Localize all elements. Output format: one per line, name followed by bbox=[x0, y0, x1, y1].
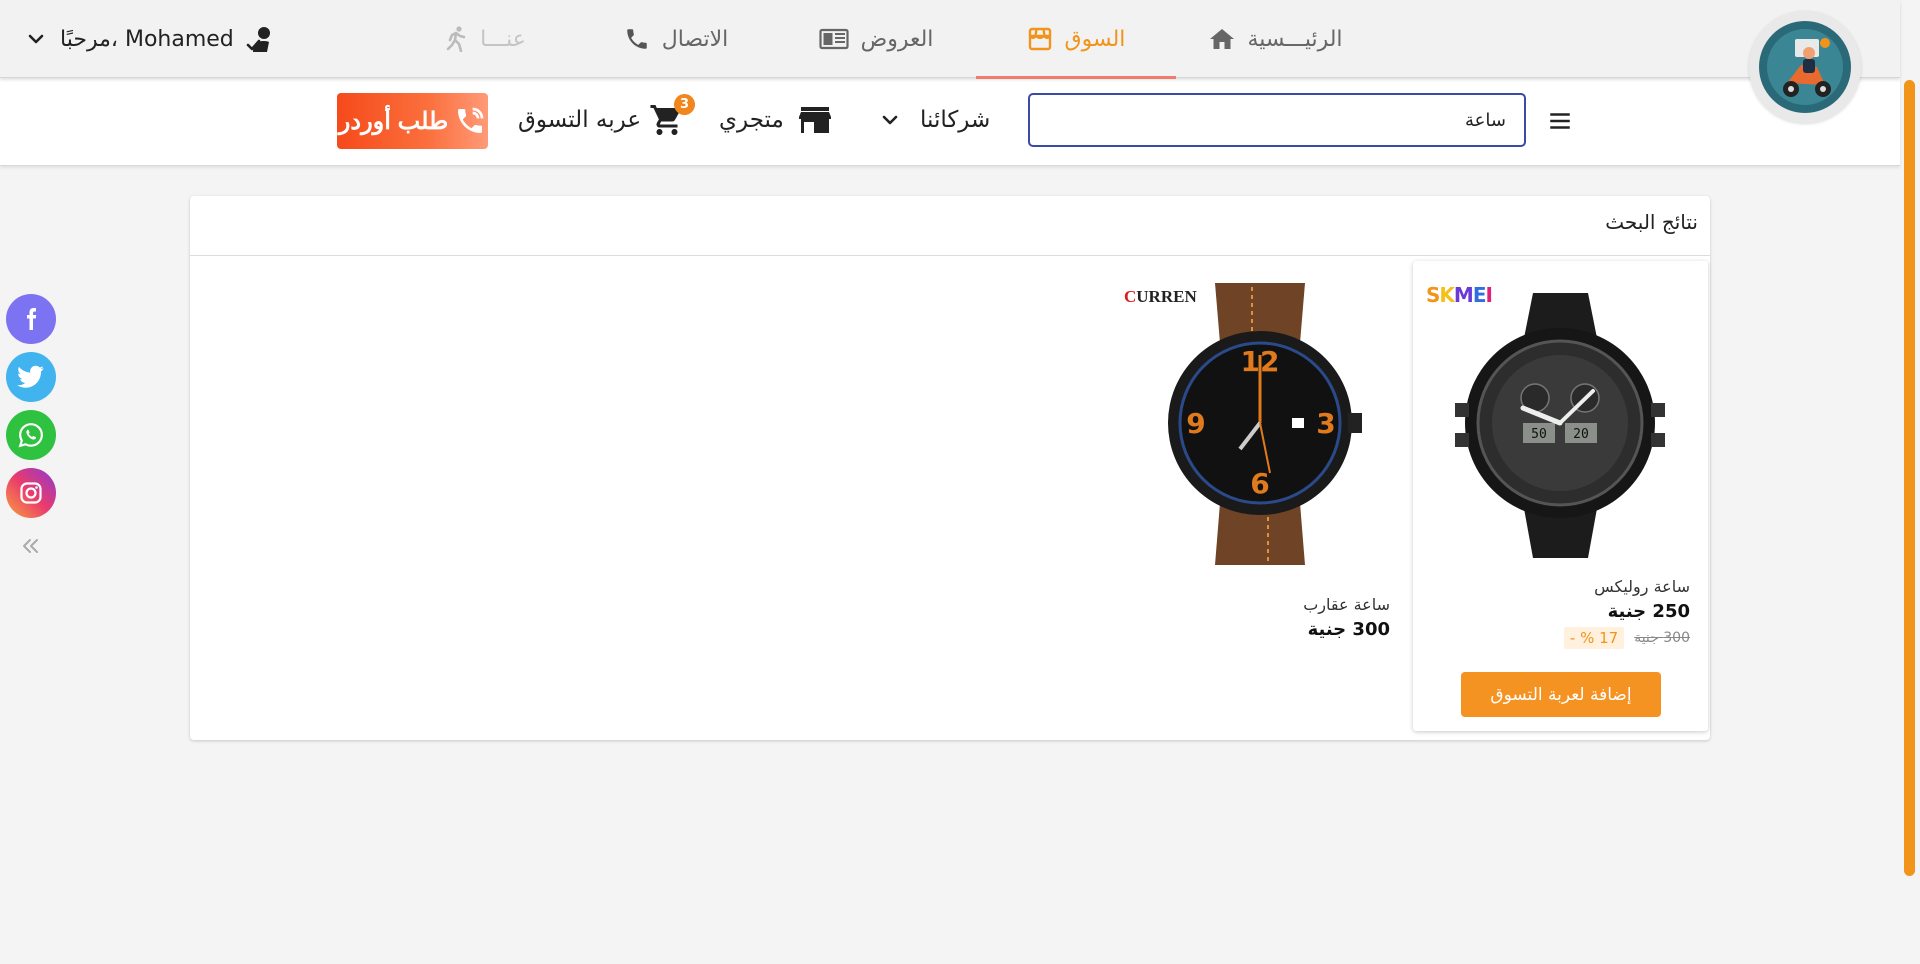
social-links bbox=[6, 294, 56, 518]
results-title: نتائج البحث bbox=[1605, 210, 1698, 234]
facebook-icon bbox=[27, 308, 37, 330]
tab-contact-label: الاتصال bbox=[661, 26, 729, 52]
product-name[interactable]: ساعة روليكس bbox=[1594, 577, 1690, 596]
tab-about-label: عنـــا bbox=[480, 26, 526, 52]
divider bbox=[190, 255, 1710, 256]
cart-icon-wrap: 3 bbox=[649, 94, 696, 138]
walking-icon bbox=[446, 26, 466, 52]
search-bar-row: شركائنا متجري عربه التسوق 3 طلب أوردر bbox=[0, 78, 1900, 166]
place-order-button[interactable]: طلب أوردر bbox=[337, 93, 488, 149]
tab-home[interactable]: الرئيـــسية bbox=[1176, 0, 1376, 78]
partners-dropdown[interactable]: شركائنا bbox=[878, 100, 990, 140]
phone-call-icon bbox=[458, 107, 484, 133]
my-store-link[interactable]: متجري bbox=[719, 100, 832, 140]
tab-market-label: السوق bbox=[1064, 26, 1126, 52]
site-logo[interactable] bbox=[1749, 11, 1861, 123]
instagram-icon bbox=[20, 482, 42, 504]
instagram-button[interactable] bbox=[6, 468, 56, 518]
top-navbar: مرحبًا، Mohamed الرئيـــسية السوق العروض… bbox=[0, 0, 1900, 79]
page-scrollbar[interactable] bbox=[1900, 0, 1920, 964]
svg-text:20: 20 bbox=[1573, 427, 1589, 442]
product-price: 250 جنية bbox=[1607, 601, 1690, 622]
main-tabs: الرئيـــسية السوق العروض الاتصال عنـــا bbox=[396, 0, 1376, 79]
brand-logo: SKMEI bbox=[1426, 283, 1493, 307]
whatsapp-button[interactable] bbox=[6, 410, 56, 460]
cart-count-badge: 3 bbox=[674, 94, 696, 115]
facebook-button[interactable] bbox=[6, 294, 56, 344]
svg-text:6: 6 bbox=[1250, 467, 1269, 500]
delivery-scooter-logo bbox=[1759, 21, 1851, 113]
store-icon bbox=[1028, 27, 1051, 51]
price-info: 300 جنية 17 % - bbox=[1563, 627, 1690, 649]
digital-watch-image: 50 20 bbox=[1455, 293, 1665, 558]
storefront-icon bbox=[798, 107, 831, 133]
product-image[interactable]: 12 3 6 9 bbox=[1120, 273, 1380, 573]
tab-about[interactable]: عنـــا bbox=[396, 0, 576, 78]
svg-text:50: 50 bbox=[1531, 427, 1547, 442]
twitter-icon bbox=[17, 365, 44, 388]
add-to-cart-button[interactable]: إضافة لعربة التسوق bbox=[1461, 672, 1661, 717]
user-greeting: مرحبًا، Mohamed bbox=[60, 26, 234, 52]
chevron-down-icon bbox=[28, 34, 44, 44]
tab-offers[interactable]: العروض bbox=[776, 0, 976, 78]
svg-text:9: 9 bbox=[1186, 407, 1205, 440]
analog-watch-image: 12 3 6 9 bbox=[1168, 283, 1362, 565]
search-results-card: نتائج البحث 50 20 SKMEI ساعة روليكس 250 … bbox=[190, 196, 1710, 740]
search-field[interactable] bbox=[1028, 93, 1526, 147]
menu-icon[interactable] bbox=[1547, 108, 1573, 134]
chevron-down-icon bbox=[882, 115, 898, 125]
old-price: 300 جنية bbox=[1634, 630, 1690, 646]
phone-icon bbox=[626, 29, 647, 49]
partners-label: شركائنا bbox=[920, 107, 991, 133]
collapse-social-icon[interactable] bbox=[18, 534, 42, 558]
discount-badge: 17 % - bbox=[1563, 627, 1625, 649]
user-menu[interactable]: مرحبًا، Mohamed bbox=[24, 22, 278, 56]
tab-home-label: الرئيـــسية bbox=[1247, 26, 1343, 52]
brand-logo: CURREN bbox=[1124, 287, 1197, 306]
home-icon bbox=[1210, 29, 1235, 49]
user-check-icon bbox=[246, 27, 270, 52]
twitter-button[interactable] bbox=[6, 352, 56, 402]
scrollbar-thumb[interactable] bbox=[1904, 80, 1915, 876]
cart-link[interactable]: عربه التسوق 3 bbox=[518, 94, 696, 140]
tab-market[interactable]: السوق bbox=[976, 0, 1176, 79]
my-store-label: متجري bbox=[719, 107, 784, 133]
cart-label: عربه التسوق bbox=[518, 107, 642, 133]
newspaper-icon bbox=[818, 28, 849, 50]
tab-offers-label: العروض bbox=[860, 26, 934, 52]
whatsapp-icon bbox=[18, 423, 43, 448]
tab-contact[interactable]: الاتصال bbox=[576, 0, 776, 78]
svg-text:3: 3 bbox=[1316, 407, 1335, 440]
product-name[interactable]: ساعة عقارب bbox=[1303, 595, 1390, 614]
product-price: 300 جنية bbox=[1307, 619, 1390, 640]
search-input[interactable] bbox=[1030, 95, 1524, 145]
order-button-label: طلب أوردر bbox=[338, 107, 449, 135]
product-card[interactable]: 50 20 SKMEI ساعة روليكس 250 جنية 300 جني… bbox=[1413, 261, 1708, 731]
product-card[interactable]: 12 3 6 9 CURREN ساعة عقارب 300 جنية bbox=[1120, 261, 1390, 661]
product-image[interactable]: 50 20 bbox=[1423, 273, 1698, 573]
